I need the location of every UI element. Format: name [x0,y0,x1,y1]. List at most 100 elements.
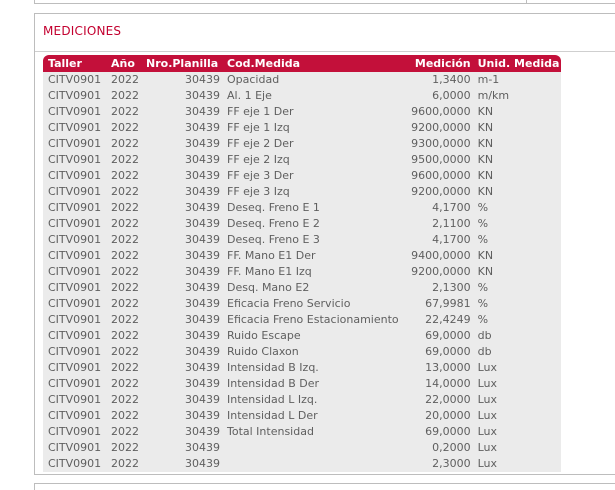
cell-unid-medida: db [472,328,562,344]
column-header-anio: Año [106,55,141,72]
cell-anio: 2022 [106,440,141,456]
cell-nro-planilla: 30439 [141,104,222,120]
table-row: CITV0901 2022 30439 Deseq. Freno E 2 2,1100% [43,216,562,232]
table-row: CITV0901 2022 30439 Deseq. Freno E 1 4,1700% [43,200,562,216]
cell-unid-medida: KN [472,168,562,184]
cell-taller: CITV0901 [43,72,106,88]
cell-nro-planilla: 30439 [141,408,222,424]
cell-cod-medida: FF eje 3 Der [222,168,401,184]
table-row: CITV0901 2022 30439 Desq. Mano E2 2,1300% [43,280,562,296]
cell-anio: 2022 [106,168,141,184]
cell-unid-medida: % [472,200,562,216]
cell-medicion: 9200,0000 [400,264,473,280]
cell-nro-planilla: 30439 [141,312,222,328]
table-header-row: Taller Año Nro.Planilla Cod.Medida Medic… [43,55,562,72]
cell-taller: CITV0901 [43,216,106,232]
cell-taller: CITV0901 [43,328,106,344]
cell-anio: 2022 [106,456,141,472]
cell-anio: 2022 [106,88,141,104]
cell-unid-medida: % [472,216,562,232]
cell-taller: CITV0901 [43,104,106,120]
cell-cod-medida: Ruido Claxon [222,344,401,360]
table-row: CITV0901 2022 30439 Intensidad L Der 20,0000… [43,408,562,424]
table-row: CITV0901 2022 30439 FF eje 3 Izq 9200,0000 KN [43,184,562,200]
cell-medicion: 9200,0000 [400,120,473,136]
table-row: CITV0901 2022 30439 FF eje 3 Der 9600,0000 KN [43,168,562,184]
table-row: CITV0901 2022 30439 FF eje 2 Der 9300,0000 KN [43,136,562,152]
cell-medicion: 69,0000 [400,424,473,440]
cell-nro-planilla: 30439 [141,280,222,296]
cell-unid-medida: % [472,312,562,328]
cell-anio: 2022 [106,152,141,168]
table-row: CITV0901 2022 30439 Eficacia Freno Servicio… [43,296,562,312]
cell-cod-medida: Deseq. Freno E 2 [222,216,401,232]
cell-nro-planilla: 30439 [141,72,222,88]
cell-unid-medida: % [472,232,562,248]
cell-anio: 2022 [106,408,141,424]
cell-taller: CITV0901 [43,408,106,424]
cell-medicion: 6,0000 [400,88,473,104]
column-header-nro-planilla: Nro.Planilla [141,55,222,72]
table-row: CITV0901 2022 30439 Deseq. Freno E 3 4,1700% [43,232,562,248]
cell-medicion: 67,9981 [400,296,473,312]
cell-nro-planilla: 30439 [141,376,222,392]
cell-medicion: 69,0000 [400,344,473,360]
cell-nro-planilla: 30439 [141,200,222,216]
column-header-taller: Taller [43,55,106,72]
cell-unid-medida: KN [472,136,562,152]
cell-cod-medida: Eficacia Freno Estacionamiento [222,312,401,328]
cell-cod-medida: Al. 1 Eje [222,88,401,104]
cell-taller: CITV0901 [43,232,106,248]
cell-nro-planilla: 30439 [141,216,222,232]
cell-cod-medida: Intensidad L Der [222,408,401,424]
cell-nro-planilla: 30439 [141,328,222,344]
section-divider [35,51,615,52]
cell-nro-planilla: 30439 [141,360,222,376]
cell-cod-medida [222,456,401,472]
cell-nro-planilla: 30439 [141,88,222,104]
cell-cod-medida: Eficacia Freno Servicio [222,296,401,312]
cell-cod-medida: Ruido Escape [222,328,401,344]
cell-cod-medida [222,440,401,456]
cell-medicion: 9600,0000 [400,104,473,120]
cell-nro-planilla: 30439 [141,120,222,136]
cell-taller: CITV0901 [43,344,106,360]
cell-medicion: 20,0000 [400,408,473,424]
cell-unid-medida: KN [472,152,562,168]
cell-cod-medida: Opacidad [222,72,401,88]
cell-anio: 2022 [106,376,141,392]
cell-taller: CITV0901 [43,248,106,264]
column-header-medicion: Medición [400,55,473,72]
cell-taller: CITV0901 [43,456,106,472]
cell-medicion: 9300,0000 [400,136,473,152]
cell-cod-medida: Intensidad L Izq. [222,392,401,408]
cell-medicion: 1,3400 [400,72,473,88]
cell-cod-medida: Intensidad B Izq. [222,360,401,376]
cell-anio: 2022 [106,120,141,136]
cell-anio: 2022 [106,104,141,120]
cell-unid-medida: Lux [472,408,562,424]
column-header-unid-medida: Unid. Medida [472,55,562,72]
cell-anio: 2022 [106,200,141,216]
top-panel-divider [526,0,527,3]
table-row: CITV0901 2022 30439 2,3000 Lux [43,456,562,472]
cell-cod-medida: Deseq. Freno E 3 [222,232,401,248]
cell-nro-planilla: 30439 [141,232,222,248]
cell-nro-planilla: 30439 [141,440,222,456]
cell-nro-planilla: 30439 [141,264,222,280]
cell-anio: 2022 [106,296,141,312]
cell-unid-medida: db [472,344,562,360]
cell-cod-medida: Desq. Mano E2 [222,280,401,296]
table-row: CITV0901 2022 30439 Intensidad B Der 14,0000… [43,376,562,392]
cell-anio: 2022 [106,360,141,376]
cell-cod-medida: FF. Mano E1 Der [222,248,401,264]
cell-nro-planilla: 30439 [141,248,222,264]
cell-anio: 2022 [106,264,141,280]
cell-cod-medida: FF eje 1 Der [222,104,401,120]
cell-unid-medida: % [472,296,562,312]
table-row: CITV0901 2022 30439 Intensidad B Izq. 13,000… [43,360,562,376]
cell-unid-medida: KN [472,264,562,280]
cell-medicion: 69,0000 [400,328,473,344]
mediciones-table: Taller Año Nro.Planilla Cod.Medida Medic… [43,55,562,472]
cell-nro-planilla: 30439 [141,136,222,152]
